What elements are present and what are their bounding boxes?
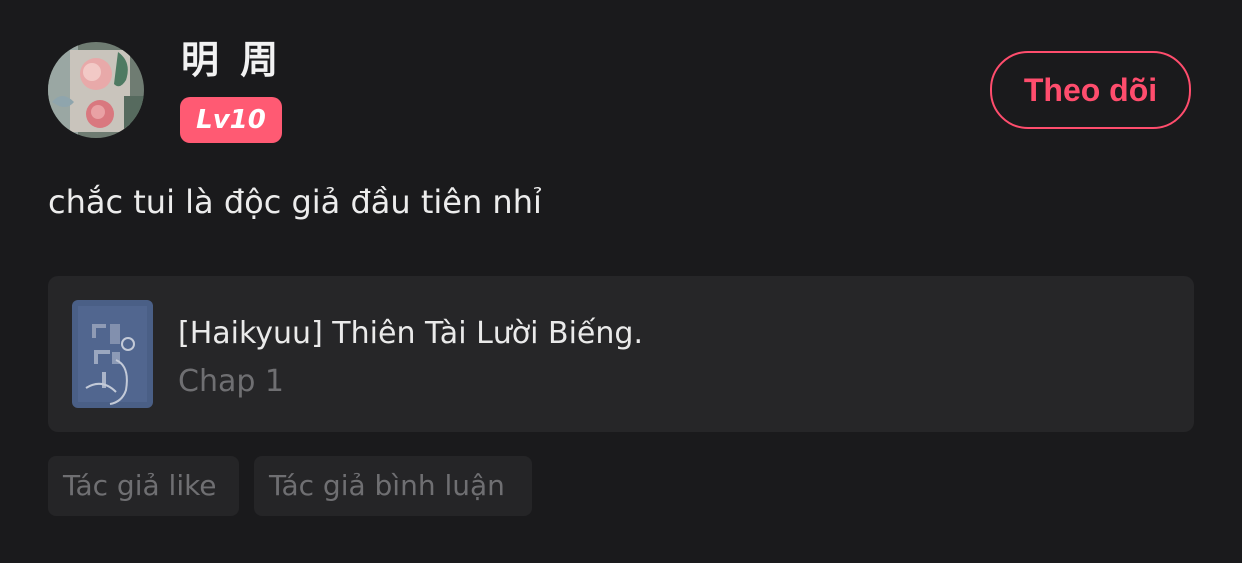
avatar-image — [48, 42, 144, 138]
follow-button[interactable]: Theo dõi — [990, 51, 1191, 129]
comment-text: chắc tui là độc giả đầu tiên nhỉ — [48, 183, 542, 221]
story-chapter: Chap 1 — [178, 364, 285, 399]
story-title: [Haikyuu] Thiên Tài Lười Biếng. — [178, 316, 643, 351]
username[interactable]: 明 周 — [181, 36, 282, 84]
story-card[interactable]: [Haikyuu] Thiên Tài Lười Biếng. Chap 1 — [48, 276, 1194, 432]
story-cover-art — [72, 300, 153, 408]
tag-author-comment: Tác giả bình luận — [254, 456, 532, 516]
comment-item: 明 周 Lv10 Theo dõi chắc tui là độc giả đầ… — [0, 0, 1242, 563]
level-badge: Lv10 — [180, 97, 282, 143]
story-cover-image — [72, 300, 153, 408]
user-avatar[interactable] — [48, 42, 144, 138]
tag-author-like: Tác giả like — [48, 456, 239, 516]
